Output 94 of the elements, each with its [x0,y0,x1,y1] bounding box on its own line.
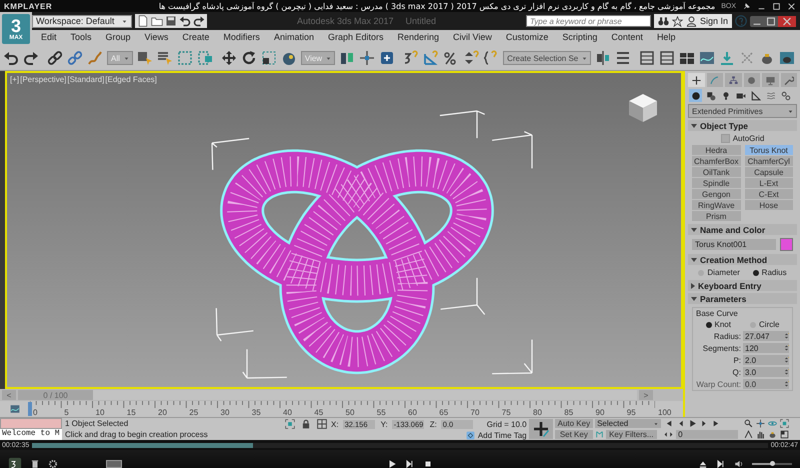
selection-status: 1 Object Selected [65,419,130,428]
object-name-field[interactable]: Torus Knot001 [692,239,776,250]
workspace-dropdown[interactable]: Workspace: Default [32,14,132,28]
current-frame-field[interactable]: 0 [676,430,738,440]
object-type-button[interactable]: Hose [744,200,793,210]
spinner-label: Warp Count: [696,380,741,388]
frame-number: 35 [252,408,261,417]
grid-size: Grid = 10.0 [486,420,527,428]
frame-number: 95 [626,408,636,417]
frame-number: 25 [189,408,198,417]
object-type-button[interactable]: Spindle [692,178,740,188]
set-key-mode-button[interactable]: Set Key [554,430,594,439]
search-field[interactable]: Type a keyword or phrase [526,15,651,27]
frame-number: 100 [658,408,672,417]
frame-number: 40 [283,408,292,417]
object-type-button[interactable]: Capsule [744,167,793,177]
key-mode-dropdown[interactable]: Selected [595,419,662,428]
object-type-button[interactable]: Gengon [692,189,740,199]
object-type-button[interactable]: OilTank [692,167,740,177]
spinner-field[interactable]: 2.0 [743,355,789,365]
menu-item[interactable]: Views [138,32,176,42]
viewport[interactable]: [+][Perspective][Standard][Edged Faces] [5,71,683,389]
menu-item[interactable]: Content [604,32,650,42]
object-type-button[interactable]: Hedra [692,145,740,155]
frame-number: 50 [346,408,354,417]
frame-number: 45 [314,408,324,417]
object-type-button[interactable]: ChamferCyl [744,156,793,166]
spinner-field[interactable]: 3.0 [743,367,789,377]
rollout-header[interactable]: Name and Color [688,224,797,235]
frame-number: 70 [470,408,480,417]
frame-number: 60 [408,408,417,417]
player-brand: KMPLAYER [4,2,52,10]
coordinate-label: Z: [430,420,437,428]
object-type-button[interactable]: ChamferBox [692,156,740,166]
autogrid-label: AutoGrid [732,134,764,143]
coordinate-label: Y: [380,420,388,428]
object-type-button[interactable]: C-Ext [744,189,793,199]
coordinate-label: X: [331,420,339,428]
radio-button[interactable]: Diameter [698,268,740,277]
frame-number: 85 [564,408,574,417]
radio-button[interactable]: Knot [706,320,731,329]
menu-item[interactable]: Group [98,32,138,42]
viewport-label[interactable]: [+] [10,75,20,84]
primitive-type-dropdown[interactable]: Extended Primitives [688,104,797,118]
menu-item[interactable]: Graph Editors [320,32,390,42]
frame-number: 75 [502,408,511,417]
frame-number: 10 [96,408,104,417]
prompt-text: Click and drag to begin creation process [65,430,209,439]
frame-number: 20 [158,408,167,417]
menu-item[interactable]: Create [175,32,216,42]
frame-number: 80 [533,408,542,417]
menu-item[interactable]: Customize [498,32,556,42]
spinner-field[interactable]: 27.047 [743,331,789,341]
frame-number: 5 [64,408,69,417]
frame-number: 15 [126,408,136,417]
key-filters-button[interactable]: Key Filters... [606,430,657,439]
document-title: Untitled [406,16,436,26]
radio-button[interactable]: Circle [750,320,780,329]
object-type-button[interactable]: Torus Knot [744,145,793,155]
menu-item[interactable]: Scripting [555,32,604,42]
spinner-label: P: [733,356,741,364]
spinner-label: Segments: [702,344,741,352]
menu-item[interactable]: Help [650,32,682,42]
viewport-label[interactable]: [Standard] [67,75,104,84]
auto-key-button[interactable]: Auto Key [554,419,594,428]
rollout-header[interactable]: Creation Method [688,254,797,265]
spinner-field[interactable]: 120 [743,343,789,353]
frame-number: 65 [439,408,448,417]
object-type-button[interactable]: L-Ext [744,178,793,188]
radio-button[interactable]: Radius [752,268,787,277]
app-title: Autodesk 3ds Max 2017 [296,16,394,26]
object-type-button[interactable]: RingWave [692,200,740,210]
menu-item[interactable]: Rendering [390,32,446,42]
viewport-label[interactable]: [Perspective] [20,75,66,84]
spinner-label: Q: [732,368,741,376]
menu-item[interactable]: Tools [64,32,99,42]
object-type-button[interactable]: Prism [692,211,740,221]
rollout-header[interactable]: Parameters [688,293,797,304]
rollout-header[interactable]: Object Type [688,120,797,131]
group-label: Base Curve [696,309,739,318]
frame-number: 55 [376,408,386,417]
frame-number: 90 [596,408,604,417]
menu-item[interactable]: Edit [34,32,64,42]
menu-item[interactable]: Civil View [446,32,499,42]
frame-number: 30 [220,408,230,417]
spinner-label: Radius: [714,332,741,340]
frame-number: 0 [33,408,38,417]
named-selection-dropdown[interactable]: Create Selection Se [503,51,592,65]
menu-item[interactable]: Modifiers [216,32,267,42]
rollout-header[interactable]: Keyboard Entry [688,280,797,291]
add-time-tag-label[interactable]: Add Time Tag [478,430,527,440]
menu-item[interactable]: Animation [266,32,321,42]
maxscript-field[interactable]: Welcome to M [0,429,62,440]
viewport-label[interactable]: [Edged Faces] [105,75,157,84]
